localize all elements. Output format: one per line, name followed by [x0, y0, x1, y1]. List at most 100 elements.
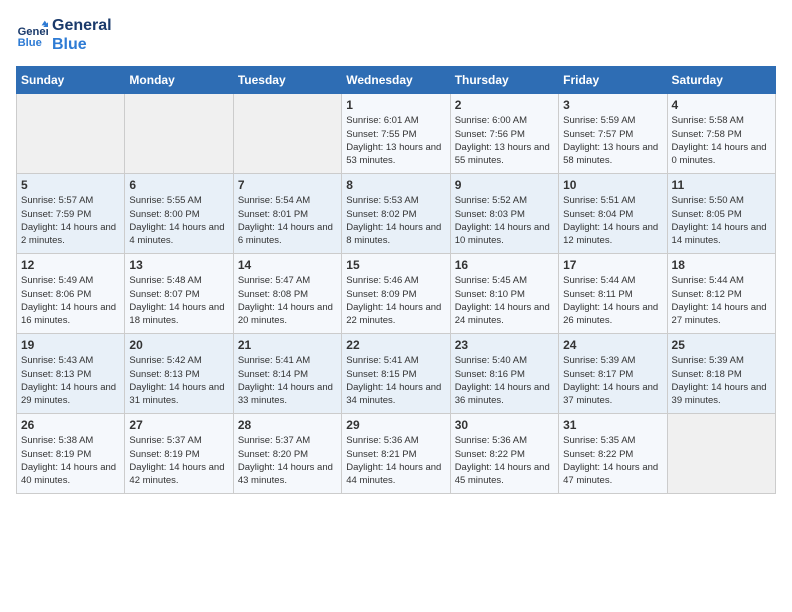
logo-general: General: [52, 16, 112, 35]
header-tuesday: Tuesday: [233, 67, 341, 94]
week-row-2: 5 Sunrise: 5:57 AM Sunset: 7:59 PM Daylig…: [17, 174, 776, 254]
week-row-3: 12Sunrise: 5:49 AM Sunset: 8:06 PM Dayli…: [17, 254, 776, 334]
calendar-cell: 8 Sunrise: 5:53 AM Sunset: 8:02 PM Daylig…: [342, 174, 450, 254]
day-number: 10: [563, 178, 662, 192]
day-number: 9: [455, 178, 554, 192]
day-info: Sunrise: 5:51 AM Sunset: 8:04 PM Dayligh…: [563, 194, 662, 247]
header-thursday: Thursday: [450, 67, 558, 94]
day-number: 4: [672, 98, 771, 112]
calendar-cell: 25 Sunrise: 5:39 AM Sunset: 8:18 PM Dayli…: [667, 334, 775, 414]
logo-blue: Blue: [52, 35, 112, 54]
calendar-cell: 31 Sunrise: 5:35 AM Sunset: 8:22 PM Dayli…: [559, 414, 667, 494]
day-number: 27: [129, 418, 228, 432]
day-info: Sunrise: 5:48 AM Sunset: 8:07 PM Dayligh…: [129, 274, 228, 327]
calendar-cell: 28 Sunrise: 5:37 AM Sunset: 8:20 PM Dayli…: [233, 414, 341, 494]
calendar-cell: [233, 94, 341, 174]
day-info: Sunrise: 5:39 AM Sunset: 8:17 PM Dayligh…: [563, 354, 662, 407]
calendar-cell: 6 Sunrise: 5:55 AM Sunset: 8:00 PM Daylig…: [125, 174, 233, 254]
day-number: 22: [346, 338, 445, 352]
calendar-cell: 20 Sunrise: 5:42 AM Sunset: 8:13 PM Dayli…: [125, 334, 233, 414]
day-number: 16: [455, 258, 554, 272]
calendar-table: SundayMondayTuesdayWednesdayThursdayFrid…: [16, 66, 776, 494]
calendar-cell: 7Sunrise: 5:54 AM Sunset: 8:01 PM Daylig…: [233, 174, 341, 254]
day-info: Sunrise: 5:41 AM Sunset: 8:14 PM Dayligh…: [238, 354, 337, 407]
calendar-cell: 21 Sunrise: 5:41 AM Sunset: 8:14 PM Dayli…: [233, 334, 341, 414]
calendar-cell: 26Sunrise: 5:38 AM Sunset: 8:19 PM Dayli…: [17, 414, 125, 494]
day-info: Sunrise: 5:49 AM Sunset: 8:06 PM Dayligh…: [21, 274, 120, 327]
header-friday: Friday: [559, 67, 667, 94]
calendar-cell: 9 Sunrise: 5:52 AM Sunset: 8:03 PM Daylig…: [450, 174, 558, 254]
day-number: 29: [346, 418, 445, 432]
day-info: Sunrise: 5:53 AM Sunset: 8:02 PM Dayligh…: [346, 194, 445, 247]
day-info: Sunrise: 5:43 AM Sunset: 8:13 PM Dayligh…: [21, 354, 120, 407]
day-number: 8: [346, 178, 445, 192]
day-info: Sunrise: 5:58 AM Sunset: 7:58 PM Dayligh…: [672, 114, 771, 167]
calendar-cell: 15 Sunrise: 5:46 AM Sunset: 8:09 PM Dayli…: [342, 254, 450, 334]
calendar-cell: 29 Sunrise: 5:36 AM Sunset: 8:21 PM Dayli…: [342, 414, 450, 494]
day-number: 25: [672, 338, 771, 352]
calendar-cell: 12Sunrise: 5:49 AM Sunset: 8:06 PM Dayli…: [17, 254, 125, 334]
day-info: Sunrise: 5:59 AM Sunset: 7:57 PM Dayligh…: [563, 114, 662, 167]
day-info: Sunrise: 5:36 AM Sunset: 8:22 PM Dayligh…: [455, 434, 554, 487]
calendar-cell: 4 Sunrise: 5:58 AM Sunset: 7:58 PM Daylig…: [667, 94, 775, 174]
day-number: 24: [563, 338, 662, 352]
day-number: 21: [238, 338, 337, 352]
calendar-cell: 24 Sunrise: 5:39 AM Sunset: 8:17 PM Dayli…: [559, 334, 667, 414]
day-number: 13: [129, 258, 228, 272]
calendar-cell: 30 Sunrise: 5:36 AM Sunset: 8:22 PM Dayli…: [450, 414, 558, 494]
calendar-cell: [667, 414, 775, 494]
day-number: 15: [346, 258, 445, 272]
day-info: Sunrise: 5:45 AM Sunset: 8:10 PM Dayligh…: [455, 274, 554, 327]
day-info: Sunrise: 5:41 AM Sunset: 8:15 PM Dayligh…: [346, 354, 445, 407]
day-info: Sunrise: 5:47 AM Sunset: 8:08 PM Dayligh…: [238, 274, 337, 327]
day-number: 30: [455, 418, 554, 432]
svg-text:Blue: Blue: [18, 37, 42, 49]
day-info: Sunrise: 5:42 AM Sunset: 8:13 PM Dayligh…: [129, 354, 228, 407]
day-info: Sunrise: 5:52 AM Sunset: 8:03 PM Dayligh…: [455, 194, 554, 247]
day-info: Sunrise: 5:44 AM Sunset: 8:11 PM Dayligh…: [563, 274, 662, 327]
day-info: Sunrise: 5:50 AM Sunset: 8:05 PM Dayligh…: [672, 194, 771, 247]
calendar-cell: 27 Sunrise: 5:37 AM Sunset: 8:19 PM Dayli…: [125, 414, 233, 494]
day-info: Sunrise: 5:37 AM Sunset: 8:20 PM Dayligh…: [238, 434, 337, 487]
day-number: 2: [455, 98, 554, 112]
calendar-cell: 1Sunrise: 6:01 AM Sunset: 7:55 PM Daylig…: [342, 94, 450, 174]
day-number: 14: [238, 258, 337, 272]
calendar-cell: 14 Sunrise: 5:47 AM Sunset: 8:08 PM Dayli…: [233, 254, 341, 334]
calendar-cell: 23Sunrise: 5:40 AM Sunset: 8:16 PM Dayli…: [450, 334, 558, 414]
week-row-5: 26Sunrise: 5:38 AM Sunset: 8:19 PM Dayli…: [17, 414, 776, 494]
day-number: 3: [563, 98, 662, 112]
day-number: 5: [21, 178, 120, 192]
day-info: Sunrise: 5:57 AM Sunset: 7:59 PM Dayligh…: [21, 194, 120, 247]
day-info: Sunrise: 5:37 AM Sunset: 8:19 PM Dayligh…: [129, 434, 228, 487]
day-info: Sunrise: 6:00 AM Sunset: 7:56 PM Dayligh…: [455, 114, 554, 167]
calendar-cell: 2 Sunrise: 6:00 AM Sunset: 7:56 PM Daylig…: [450, 94, 558, 174]
day-number: 17: [563, 258, 662, 272]
day-number: 23: [455, 338, 554, 352]
day-info: Sunrise: 5:55 AM Sunset: 8:00 PM Dayligh…: [129, 194, 228, 247]
calendar-cell: [17, 94, 125, 174]
day-number: 11: [672, 178, 771, 192]
header-wednesday: Wednesday: [342, 67, 450, 94]
calendar-cell: 19Sunrise: 5:43 AM Sunset: 8:13 PM Dayli…: [17, 334, 125, 414]
calendar-cell: 11 Sunrise: 5:50 AM Sunset: 8:05 PM Dayli…: [667, 174, 775, 254]
day-info: Sunrise: 5:35 AM Sunset: 8:22 PM Dayligh…: [563, 434, 662, 487]
day-number: 6: [129, 178, 228, 192]
day-number: 7: [238, 178, 337, 192]
day-info: Sunrise: 5:36 AM Sunset: 8:21 PM Dayligh…: [346, 434, 445, 487]
day-info: Sunrise: 5:46 AM Sunset: 8:09 PM Dayligh…: [346, 274, 445, 327]
day-number: 20: [129, 338, 228, 352]
calendar-cell: 17 Sunrise: 5:44 AM Sunset: 8:11 PM Dayli…: [559, 254, 667, 334]
day-number: 26: [21, 418, 120, 432]
calendar-header-row: SundayMondayTuesdayWednesdayThursdayFrid…: [17, 67, 776, 94]
calendar-cell: 18Sunrise: 5:44 AM Sunset: 8:12 PM Dayli…: [667, 254, 775, 334]
calendar-cell: 3 Sunrise: 5:59 AM Sunset: 7:57 PM Daylig…: [559, 94, 667, 174]
day-number: 28: [238, 418, 337, 432]
week-row-4: 19Sunrise: 5:43 AM Sunset: 8:13 PM Dayli…: [17, 334, 776, 414]
header-monday: Monday: [125, 67, 233, 94]
day-info: Sunrise: 5:39 AM Sunset: 8:18 PM Dayligh…: [672, 354, 771, 407]
page-header: General Blue General Blue: [16, 16, 776, 54]
logo-icon: General Blue: [16, 19, 48, 51]
day-number: 31: [563, 418, 662, 432]
calendar-cell: [125, 94, 233, 174]
day-info: Sunrise: 5:44 AM Sunset: 8:12 PM Dayligh…: [672, 274, 771, 327]
